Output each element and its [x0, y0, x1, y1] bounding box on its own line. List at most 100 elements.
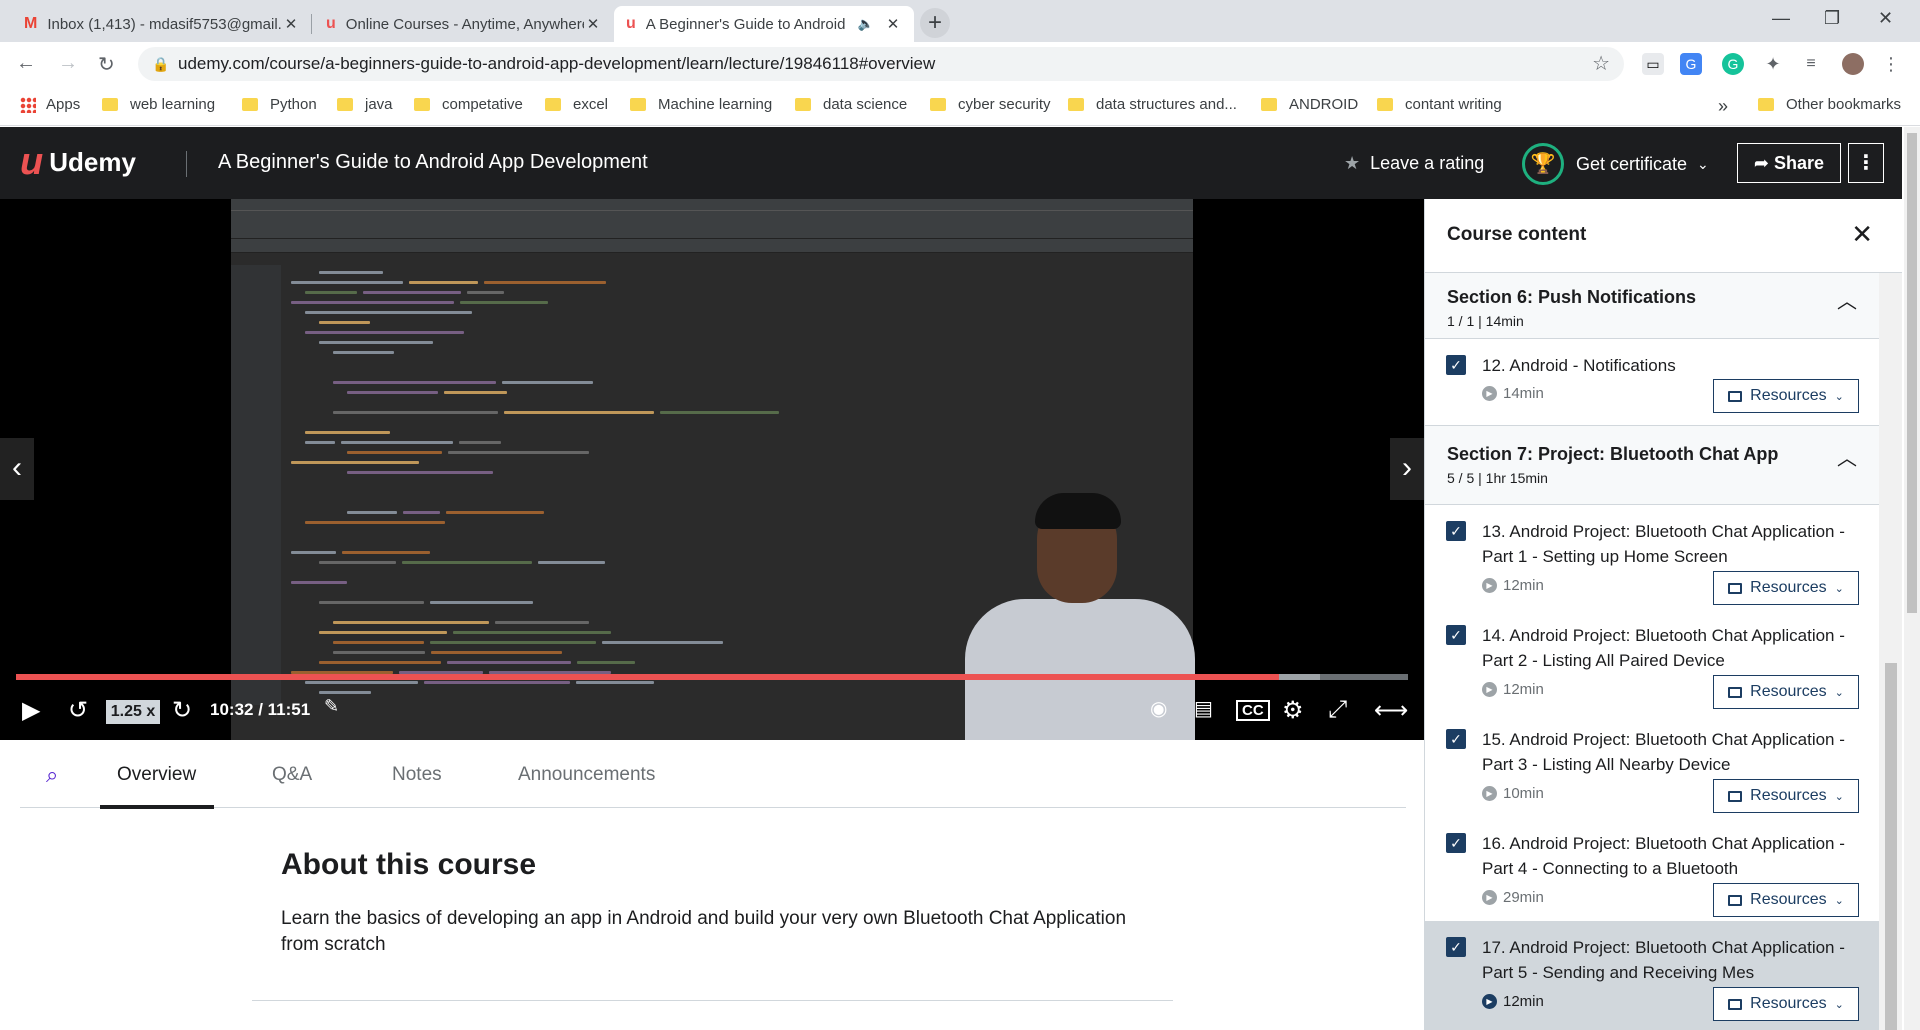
bookmark-folder[interactable]: data structures and...	[1068, 96, 1237, 113]
resources-button[interactable]: Resources ⌄	[1713, 379, 1859, 413]
cast-icon[interactable]: ▭	[1642, 53, 1664, 75]
udemy-icon: u	[626, 15, 636, 32]
folder-open-icon	[1728, 582, 1743, 594]
reload-icon[interactable]: ↻	[98, 52, 115, 77]
media-control-icon[interactable]: ≡	[1800, 53, 1822, 75]
bookmark-folder[interactable]: ANDROID	[1261, 96, 1358, 113]
previous-lecture-icon[interactable]: ‹	[0, 438, 34, 500]
resources-button[interactable]: Resources ⌄	[1713, 675, 1859, 709]
code-line	[409, 281, 478, 284]
video-player[interactable]: ‹ › ▶ ↺ 1.25 x ↻ 10:32 / 11:51 ✎ ◉ ▤ CC …	[0, 199, 1424, 740]
close-sidebar-icon[interactable]: ✕	[1851, 219, 1873, 250]
bookmark-folder[interactable]: data science	[795, 96, 907, 113]
completed-checkbox[interactable]: ✓	[1446, 729, 1466, 749]
tab-notes[interactable]: Notes	[392, 764, 442, 786]
lecture-item-current[interactable]: ✓ 17. Android Project: Bluetooth Chat Ap…	[1425, 921, 1879, 1030]
next-lecture-icon[interactable]: ›	[1390, 438, 1424, 500]
chevron-up-icon[interactable]: ︿	[1837, 285, 1857, 314]
bookmark-folder[interactable]: Machine learning	[630, 96, 772, 113]
forward-icon[interactable]: →	[58, 52, 78, 75]
udemy-logo[interactable]: u Udemy	[20, 141, 136, 184]
forward-icon[interactable]: ↻	[172, 696, 192, 725]
close-tab-icon[interactable]: ✕	[282, 15, 300, 33]
address-bar[interactable]: 🔒 udemy.com/course/a-beginners-guide-to-…	[138, 47, 1624, 81]
rewind-icon[interactable]: ↺	[68, 696, 88, 725]
section-progress: 5 / 5 | 1hr 15min	[1447, 470, 1548, 486]
course-title[interactable]: A Beginner's Guide to Android App Develo…	[218, 151, 648, 174]
resources-button[interactable]: Resources ⌄	[1713, 883, 1859, 917]
speaker-icon[interactable]: 🔈	[858, 16, 874, 32]
bookmark-folder[interactable]: cyber security	[930, 96, 1051, 113]
resources-button[interactable]: Resources ⌄	[1713, 987, 1859, 1021]
bookmark-apps[interactable]: Apps	[20, 96, 80, 113]
lock-icon[interactable]: 🔒	[152, 47, 169, 81]
extensions-icon[interactable]: ✦	[1762, 53, 1784, 75]
close-tab-icon[interactable]: ✕	[584, 15, 602, 33]
lecture-item[interactable]: ✓ 14. Android Project: Bluetooth Chat Ap…	[1425, 609, 1879, 713]
course-content-sidebar: Course content ✕ Section 6: Push Notific…	[1424, 199, 1902, 1030]
lecture-item[interactable]: ✓ 16. Android Project: Bluetooth Chat Ap…	[1425, 817, 1879, 921]
completed-checkbox[interactable]: ✓	[1446, 521, 1466, 541]
resources-button[interactable]: Resources ⌄	[1713, 779, 1859, 813]
chevron-up-icon[interactable]: ︿	[1837, 442, 1857, 471]
new-tab-button[interactable]: +	[920, 8, 950, 38]
code-line	[291, 461, 419, 464]
profile-avatar[interactable]	[1842, 53, 1864, 75]
sidebar-scrollbar[interactable]	[1879, 273, 1902, 1030]
bookmark-folder[interactable]: java	[337, 96, 393, 113]
tab-qa[interactable]: Q&A	[272, 764, 312, 786]
search-icon[interactable]: ⌕	[46, 762, 58, 788]
bookmark-folder[interactable]: Python	[242, 96, 317, 113]
resources-button[interactable]: Resources ⌄	[1713, 571, 1859, 605]
chrome-menu-icon[interactable]: ⋮	[1880, 53, 1902, 75]
code-line	[319, 271, 383, 274]
browser-tab-gmail[interactable]: M Inbox (1,413) - mdasif5753@gmail.com ✕	[12, 6, 312, 42]
add-note-icon[interactable]: ✎	[324, 696, 339, 717]
tab-overview[interactable]: Overview	[117, 764, 196, 786]
other-bookmarks[interactable]: Other bookmarks	[1758, 96, 1901, 113]
play-circle-icon: ▶	[1482, 386, 1497, 401]
bookmark-folder[interactable]: competative	[414, 96, 523, 113]
volume-icon[interactable]: ◉	[1150, 696, 1167, 721]
code-line	[305, 521, 445, 524]
page-scrollbar[interactable]	[1904, 127, 1920, 1030]
share-button[interactable]: ➦ Share	[1737, 143, 1841, 183]
close-tab-icon[interactable]: ✕	[884, 15, 902, 33]
lecture-item[interactable]: ✓ 13. Android Project: Bluetooth Chat Ap…	[1425, 505, 1879, 609]
bookmark-folder[interactable]: web learning	[102, 96, 215, 113]
transcript-icon[interactable]: ▤	[1194, 696, 1213, 721]
fullscreen-icon[interactable]: ⤢	[1328, 696, 1347, 724]
captions-icon[interactable]: CC	[1236, 700, 1270, 721]
folder-icon	[337, 98, 353, 111]
tab-announcements[interactable]: Announcements	[518, 764, 655, 786]
grammarly-icon[interactable]: G	[1722, 53, 1744, 75]
translate-icon[interactable]: G	[1680, 53, 1702, 75]
bookmark-star-icon[interactable]: ☆	[1592, 47, 1610, 81]
lecture-item[interactable]: ✓ 15. Android Project: Bluetooth Chat Ap…	[1425, 713, 1879, 817]
get-certificate-button[interactable]: 🏆 Get certificate ⌄	[1522, 143, 1709, 185]
about-heading: About this course	[281, 848, 537, 881]
bookmark-folder[interactable]: excel	[545, 96, 608, 113]
section-header[interactable]: Section 6: Push Notifications 1 / 1 | 14…	[1425, 273, 1879, 339]
completed-checkbox[interactable]: ✓	[1446, 833, 1466, 853]
completed-checkbox[interactable]: ✓	[1446, 625, 1466, 645]
bookmarks-overflow-icon[interactable]: »	[1718, 96, 1728, 117]
leave-rating-button[interactable]: ★ Leave a rating	[1344, 153, 1484, 174]
playback-rate-button[interactable]: 1.25 x	[106, 700, 160, 724]
browser-tab-active[interactable]: u A Beginner's Guide to Android 🔈 ✕	[614, 6, 914, 42]
back-icon[interactable]: ←	[16, 52, 36, 75]
minimize-icon[interactable]: —	[1772, 8, 1790, 29]
lecture-item[interactable]: ✓ 12. Android - Notifications ▶ 14min Res…	[1425, 339, 1879, 419]
play-icon[interactable]: ▶	[22, 696, 40, 725]
completed-checkbox[interactable]: ✓	[1446, 355, 1466, 375]
settings-gear-icon[interactable]: ⚙	[1282, 696, 1304, 725]
completed-checkbox[interactable]: ✓	[1446, 937, 1466, 957]
browser-tab-online-courses[interactable]: u Online Courses - Anytime, Anywhere ✕	[314, 6, 614, 42]
section-header[interactable]: Section 7: Project: Bluetooth Chat App 5…	[1425, 425, 1879, 505]
close-window-icon[interactable]: ✕	[1878, 8, 1893, 29]
expand-width-icon[interactable]: ⟷	[1374, 696, 1408, 725]
more-options-icon[interactable]: ⋮	[1848, 143, 1884, 183]
bookmark-folder[interactable]: contant writing	[1377, 96, 1502, 113]
browser-tab-strip: M Inbox (1,413) - mdasif5753@gmail.com ✕…	[0, 0, 1920, 42]
restore-icon[interactable]: ❐	[1824, 8, 1840, 29]
